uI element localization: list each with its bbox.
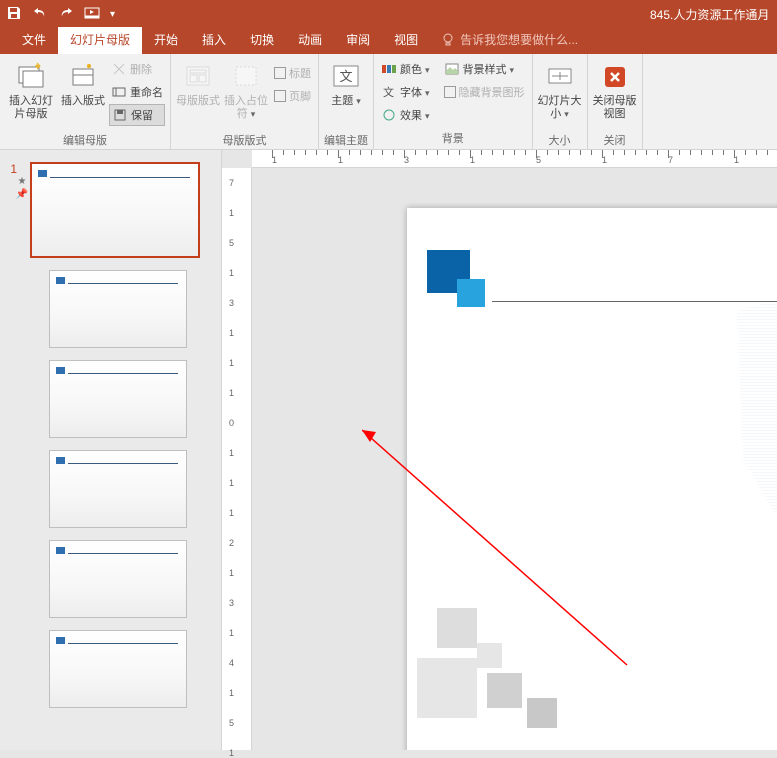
colors-button[interactable]: 颜色 — [379, 58, 432, 80]
ribbon-group-master-layout: 母版版式 插入占位符 标题 页脚 母版版式 — [171, 54, 319, 149]
lightbulb-icon — [440, 32, 456, 48]
footer-checkbox: 页脚 — [272, 85, 313, 107]
slide-canvas[interactable] — [252, 168, 777, 750]
slide-thumbnail-pane[interactable]: 1 ★ 📌 — [0, 150, 222, 750]
layout-thumbnail[interactable] — [49, 630, 187, 708]
layout-thumbnail[interactable] — [49, 450, 187, 528]
accent-square — [457, 279, 485, 307]
rename-button[interactable]: 重命名 — [109, 81, 165, 103]
workspace: 1 ★ 📌 11315171 71513111011121314151 — [0, 150, 777, 750]
tab-review[interactable]: 审阅 — [334, 27, 382, 54]
checkbox-icon — [274, 90, 286, 102]
layout-thumbnail[interactable] — [49, 270, 187, 348]
close-master-view-button[interactable]: 关闭母版视图 — [593, 58, 637, 128]
titlebar: ▾ 845.人力资源工作通月 — [0, 0, 777, 28]
insert-slide-master-button[interactable]: 插入幻灯片母版 — [5, 58, 57, 128]
save-icon[interactable] — [6, 5, 22, 24]
ribbon-tabs: 文件 幻灯片母版 开始 插入 切换 动画 审阅 视图 告诉我您想要做什么... — [0, 28, 777, 54]
tab-file[interactable]: 文件 — [10, 27, 58, 54]
insert-layout-button[interactable]: 插入版式 — [61, 58, 105, 128]
themes-button[interactable]: 文 主题 — [324, 58, 368, 128]
close-icon — [599, 61, 631, 93]
insert-placeholder-button: 插入占位符 — [224, 58, 268, 128]
background-styles-button[interactable]: 背景样式 — [442, 58, 527, 80]
colors-icon — [381, 61, 397, 77]
qat-more-icon[interactable]: ▾ — [110, 9, 115, 20]
background-decoration — [487, 673, 522, 708]
background-decoration — [527, 698, 557, 728]
ribbon-group-background: 颜色 文 字体 效果 背景样式 隐藏背景图形 — [374, 54, 533, 149]
svg-text:文: 文 — [383, 85, 394, 99]
preserve-icon — [112, 107, 128, 123]
start-from-beginning-icon[interactable] — [84, 5, 100, 24]
effects-icon — [381, 107, 397, 123]
tab-animations[interactable]: 动画 — [286, 27, 334, 54]
title-checkbox: 标题 — [272, 62, 313, 84]
background-decoration — [707, 278, 777, 608]
insert-layout-icon — [67, 61, 99, 93]
ribbon: 插入幻灯片母版 插入版式 删除 重命名 保留 — [0, 54, 777, 150]
slide[interactable] — [407, 208, 777, 750]
ribbon-group-close: 关闭母版视图 关闭 — [588, 54, 643, 149]
star-icon: ★ — [18, 176, 27, 187]
master-indicators: ★ 📌 — [17, 176, 27, 200]
background-decoration — [477, 643, 502, 668]
redo-icon[interactable] — [58, 5, 74, 24]
checkbox-icon — [444, 86, 456, 98]
tab-transitions[interactable]: 切换 — [238, 27, 286, 54]
layout-thumbnail[interactable] — [49, 540, 187, 618]
master-layout-button: 母版版式 — [176, 58, 220, 128]
tab-home[interactable]: 开始 — [142, 27, 190, 54]
tab-view[interactable]: 视图 — [382, 27, 430, 54]
hide-background-checkbox: 隐藏背景图形 — [442, 81, 527, 103]
tab-insert[interactable]: 插入 — [190, 27, 238, 54]
bg-styles-icon — [444, 61, 460, 77]
edit-area: 11315171 71513111011121314151 — [222, 150, 777, 750]
delete-button: 删除 — [109, 58, 165, 80]
undo-icon[interactable] — [32, 5, 48, 24]
master-layout-icon — [182, 61, 214, 93]
svg-text:文: 文 — [339, 69, 352, 84]
layout-thumbnail[interactable] — [49, 360, 187, 438]
ribbon-group-edit-master: 插入幻灯片母版 插入版式 删除 重命名 保留 — [0, 54, 171, 149]
master-thumbnail[interactable] — [30, 162, 200, 258]
preserve-button[interactable]: 保留 — [109, 104, 165, 126]
placeholder-icon — [230, 61, 262, 93]
checkbox-icon — [274, 67, 286, 79]
fonts-button[interactable]: 文 字体 — [379, 81, 432, 103]
theme-icon: 文 — [330, 61, 362, 93]
slide-size-button[interactable]: 幻灯片大小 — [538, 58, 582, 128]
rename-icon — [111, 84, 127, 100]
vertical-ruler[interactable]: 71513111011121314151 — [222, 168, 252, 750]
delete-icon — [111, 61, 127, 77]
ribbon-group-size: 幻灯片大小 大小 — [533, 54, 588, 149]
pin-icon: 📌 — [16, 189, 28, 200]
tab-slide-master[interactable]: 幻灯片母版 — [58, 27, 142, 54]
horizontal-ruler[interactable]: 11315171 — [252, 150, 777, 168]
quick-access-toolbar: ▾ — [6, 5, 115, 24]
background-decoration — [437, 608, 477, 648]
divider-line — [492, 301, 777, 302]
insert-slide-master-icon — [15, 61, 47, 93]
background-decoration — [417, 658, 477, 718]
document-title: 845.人力资源工作通月 — [650, 6, 769, 23]
tell-me[interactable]: 告诉我您想要做什么... — [430, 27, 588, 54]
ribbon-group-edit-theme: 文 主题 编辑主题 — [319, 54, 374, 149]
fonts-icon: 文 — [381, 84, 397, 100]
effects-button[interactable]: 效果 — [379, 104, 432, 126]
master-number: 1 — [7, 162, 17, 176]
slide-size-icon — [544, 61, 576, 93]
